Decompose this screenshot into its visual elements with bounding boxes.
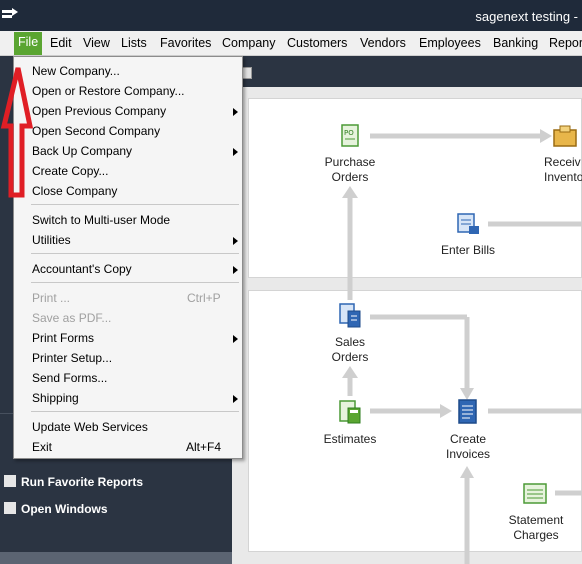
menu-save-as-pdf[interactable]: Save as PDF... xyxy=(32,311,111,325)
sales-orders-icon[interactable] xyxy=(338,303,364,329)
menu-separator xyxy=(31,253,239,254)
create-invoices-label[interactable]: Create Invoices xyxy=(428,432,508,462)
menu-update-web-services[interactable]: Update Web Services xyxy=(32,420,148,434)
submenu-arrow-icon xyxy=(233,108,238,116)
receive-inventory-icon[interactable] xyxy=(552,124,582,148)
statement-charges-label[interactable]: Statement Charges xyxy=(496,513,576,543)
menu-shipping[interactable]: Shipping xyxy=(32,391,79,405)
menu-switch-multi-user[interactable]: Switch to Multi-user Mode xyxy=(32,213,170,227)
submenu-arrow-icon xyxy=(233,148,238,156)
menu-print-forms[interactable]: Print Forms xyxy=(32,331,94,345)
enter-bills-label[interactable]: Enter Bills xyxy=(428,243,508,258)
purchase-orders-label[interactable]: Purchase Orders xyxy=(310,155,390,185)
exit-shortcut: Alt+F4 xyxy=(186,440,222,454)
create-invoices-icon[interactable] xyxy=(456,399,480,425)
menu-printer-setup[interactable]: Printer Setup... xyxy=(32,351,112,365)
menu-exit[interactable]: Exit xyxy=(32,440,52,454)
statement-charges-icon[interactable] xyxy=(522,482,550,506)
sales-orders-label[interactable]: Sales Orders xyxy=(310,335,390,365)
submenu-arrow-icon xyxy=(233,266,238,274)
submenu-arrow-icon xyxy=(233,395,238,403)
estimates-label[interactable]: Estimates xyxy=(310,432,390,447)
svg-text:PO: PO xyxy=(344,129,354,137)
menu-utilities[interactable]: Utilities xyxy=(32,233,71,247)
submenu-arrow-icon xyxy=(233,237,238,245)
print-shortcut: Ctrl+P xyxy=(187,291,221,305)
menu-accountants-copy[interactable]: Accountant's Copy xyxy=(32,262,132,276)
menu-separator xyxy=(31,411,239,412)
enter-bills-icon[interactable] xyxy=(455,212,481,236)
receive-inventory-label[interactable]: Receiv Invento xyxy=(534,155,582,185)
menu-separator xyxy=(31,282,239,283)
menu-send-forms[interactable]: Send Forms... xyxy=(32,371,107,385)
annotation-arrow-icon xyxy=(0,67,34,198)
menu-separator xyxy=(31,204,239,205)
submenu-arrow-icon xyxy=(233,335,238,343)
estimates-icon[interactable] xyxy=(338,399,364,425)
purchase-orders-icon[interactable]: PO xyxy=(340,124,362,148)
menu-print[interactable]: Print ... xyxy=(32,291,70,305)
